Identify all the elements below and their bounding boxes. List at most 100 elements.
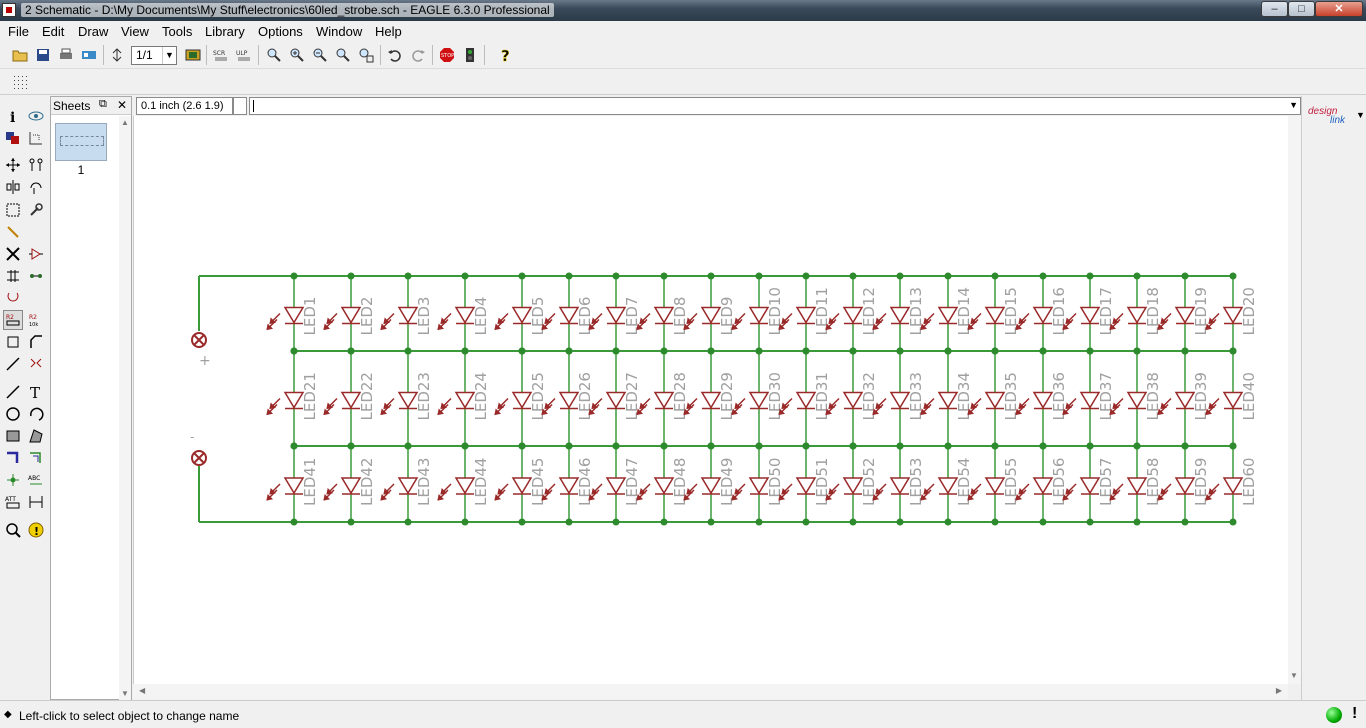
- junction-dot[interactable]: [461, 347, 469, 355]
- junction-dot[interactable]: [565, 272, 573, 280]
- junction-dot[interactable]: [1039, 272, 1047, 280]
- junction-dot[interactable]: [1039, 518, 1047, 526]
- delete-icon[interactable]: [3, 244, 23, 264]
- sheet-switch-icon[interactable]: [107, 45, 127, 65]
- junction-dot[interactable]: [991, 442, 999, 450]
- sheet-thumbnail[interactable]: [55, 123, 107, 161]
- junction-dot[interactable]: [612, 272, 620, 280]
- junction-dot[interactable]: [461, 518, 469, 526]
- label-icon[interactable]: ABC: [26, 470, 46, 490]
- schematic-canvas[interactable]: + - LED1 LED2 LED3 LED4 LED5 LED6 LED7 LED8 LED9 LE…: [133, 116, 1288, 684]
- canvas-vertical-scrollbar[interactable]: ▼: [1288, 116, 1301, 684]
- info-icon[interactable]: i: [3, 106, 23, 126]
- junction-dot[interactable]: [1133, 347, 1141, 355]
- junction-dot[interactable]: [991, 347, 999, 355]
- wire-icon[interactable]: [3, 382, 23, 402]
- float-panel-icon[interactable]: ⧉: [99, 98, 107, 111]
- net-icon[interactable]: [26, 448, 46, 468]
- scroll-down-icon[interactable]: ▼: [1290, 671, 1298, 680]
- menu-draw[interactable]: Draw: [78, 24, 108, 39]
- junction-dot[interactable]: [944, 347, 952, 355]
- help-icon[interactable]: ?: [495, 45, 515, 65]
- junction-dot[interactable]: [896, 442, 904, 450]
- junction-dot[interactable]: [849, 272, 857, 280]
- sheets-scrollbar[interactable]: ▲ ▼: [119, 116, 131, 700]
- scroll-right-icon[interactable]: ▶: [1276, 686, 1282, 695]
- junction-dot[interactable]: [660, 518, 668, 526]
- led-label[interactable]: LED8: [671, 297, 689, 336]
- invoke-icon[interactable]: [26, 354, 46, 374]
- led-label[interactable]: LED41: [301, 458, 319, 506]
- mirror-icon[interactable]: [3, 177, 23, 197]
- menu-edit[interactable]: Edit: [42, 24, 64, 39]
- junction-dot[interactable]: [802, 442, 810, 450]
- led-label[interactable]: LED60: [1240, 458, 1258, 506]
- undo-icon[interactable]: [385, 45, 405, 65]
- go-icon[interactable]: [460, 45, 480, 65]
- junction-dot[interactable]: [1181, 347, 1189, 355]
- junction-dot[interactable]: [849, 347, 857, 355]
- junction-dot[interactable]: [518, 272, 526, 280]
- junction-dot[interactable]: [404, 442, 412, 450]
- led-label[interactable]: LED44: [472, 458, 490, 506]
- rotate-icon[interactable]: [26, 177, 46, 197]
- junction-dot[interactable]: [707, 518, 715, 526]
- junction-dot[interactable]: [1086, 518, 1094, 526]
- menu-window[interactable]: Window: [316, 24, 362, 39]
- name-icon[interactable]: R2: [3, 310, 23, 330]
- led-label[interactable]: LED22: [358, 372, 376, 420]
- dimension-icon[interactable]: [26, 492, 46, 512]
- replace-icon[interactable]: [26, 266, 46, 286]
- close-panel-icon[interactable]: ✕: [117, 98, 127, 112]
- led-label[interactable]: LED20: [1240, 287, 1258, 335]
- junction-dot[interactable]: [1133, 272, 1141, 280]
- cam-processor-icon[interactable]: [79, 45, 99, 65]
- junction-dot[interactable]: [944, 272, 952, 280]
- junction-dot[interactable]: [1133, 442, 1141, 450]
- junction-dot[interactable]: [707, 442, 715, 450]
- schematic-drawing[interactable]: +-LED1 LED2 LED3 LED4 LED5 LED6 LED7 LED8 LED9 LE…: [134, 116, 1289, 684]
- junction-dot[interactable]: [404, 347, 412, 355]
- zoom-select-icon[interactable]: [356, 45, 376, 65]
- junction-dot[interactable]: [991, 518, 999, 526]
- junction-dot[interactable]: [660, 347, 668, 355]
- junction-dot[interactable]: [518, 347, 526, 355]
- junction-dot[interactable]: [565, 347, 573, 355]
- junction-dot[interactable]: [1229, 442, 1237, 450]
- junction-dot[interactable]: [565, 442, 573, 450]
- junction-dot[interactable]: [1181, 518, 1189, 526]
- junction-dot[interactable]: [1181, 272, 1189, 280]
- junction-dot[interactable]: [802, 347, 810, 355]
- junction-dot[interactable]: [612, 518, 620, 526]
- junction-dot[interactable]: [612, 442, 620, 450]
- change-wrench-icon[interactable]: [26, 200, 46, 220]
- junction-dot[interactable]: [347, 347, 355, 355]
- junction-dot[interactable]: [944, 442, 952, 450]
- led-label[interactable]: LED4: [472, 297, 490, 336]
- junction-dot[interactable]: [347, 442, 355, 450]
- attribute-icon[interactable]: ATT: [3, 492, 23, 512]
- led-label[interactable]: LED43: [415, 458, 433, 506]
- led-label[interactable]: LED24: [472, 372, 490, 420]
- junction-dot[interactable]: [404, 518, 412, 526]
- junction-dot[interactable]: [1133, 518, 1141, 526]
- junction-dot[interactable]: [755, 518, 763, 526]
- text-icon[interactable]: T: [26, 382, 46, 402]
- circle-icon[interactable]: [3, 404, 23, 424]
- display-layers-icon[interactable]: [3, 128, 23, 148]
- command-line-input[interactable]: ▼: [249, 97, 1301, 115]
- erc-icon[interactable]: [3, 520, 23, 540]
- redo-icon[interactable]: [408, 45, 428, 65]
- maximize-button[interactable]: □: [1288, 1, 1315, 17]
- plus-connector-cross[interactable]: [193, 334, 205, 346]
- paste-icon[interactable]: [3, 222, 23, 242]
- status-ok-icon[interactable]: [1326, 707, 1342, 723]
- polygon-icon[interactable]: [26, 426, 46, 446]
- smash-icon[interactable]: [3, 332, 23, 352]
- save-icon[interactable]: [33, 45, 53, 65]
- menu-library[interactable]: Library: [205, 24, 245, 39]
- junction-dot[interactable]: [849, 442, 857, 450]
- junction-dot[interactable]: [1086, 442, 1094, 450]
- errors-icon[interactable]: !: [26, 520, 46, 540]
- minimize-button[interactable]: –: [1261, 1, 1288, 17]
